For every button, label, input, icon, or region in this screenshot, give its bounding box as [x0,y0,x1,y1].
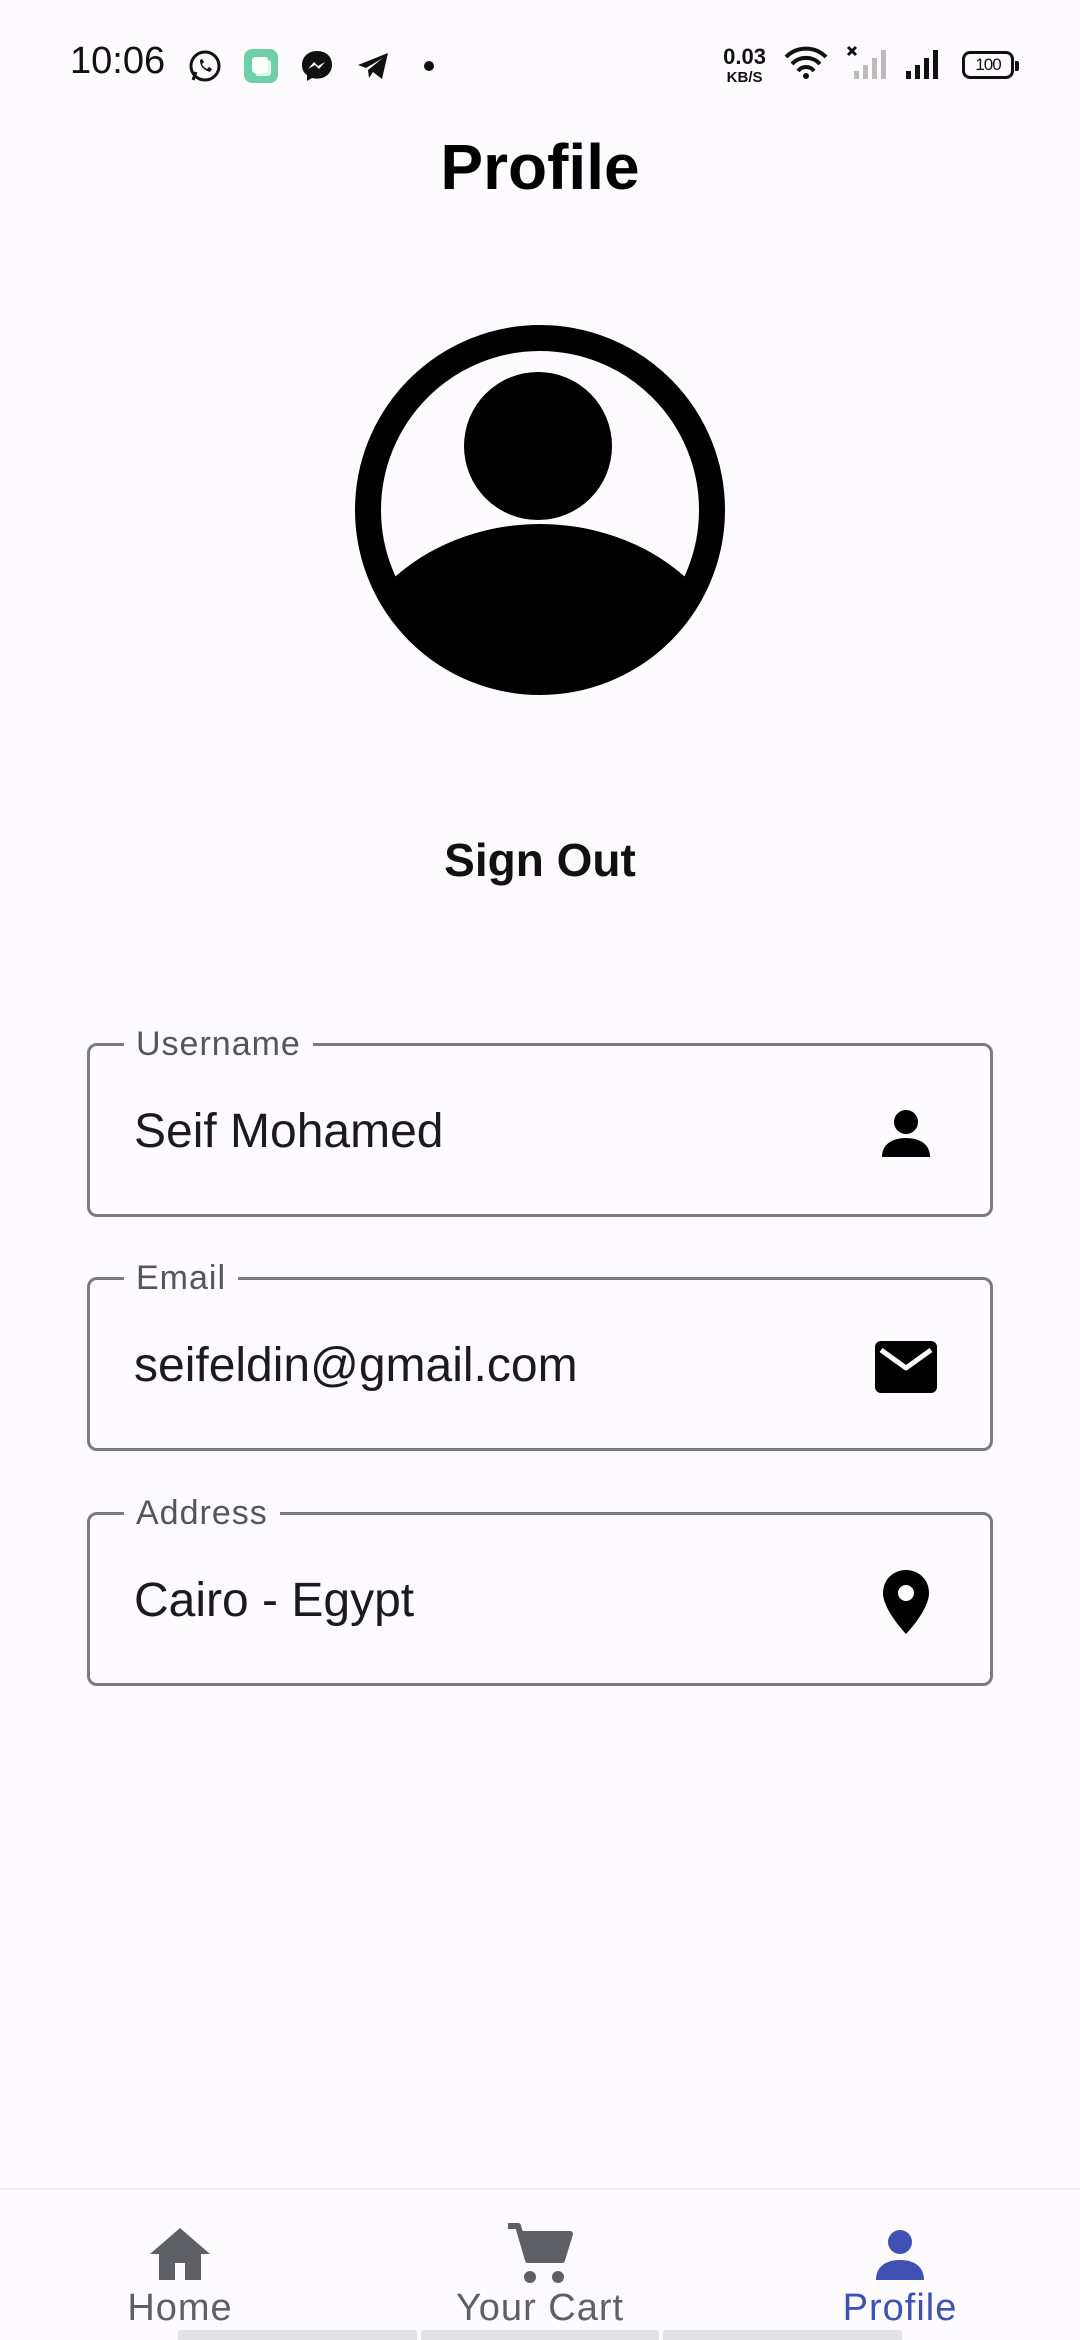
nav-item-home[interactable]: Home [0,2190,360,2330]
network-speed-unit: KB/S [726,68,763,86]
home-icon [146,2220,214,2287]
address-field[interactable]: Address Cairo - Egypt [87,1493,993,1686]
bottom-navigation: Home Your Cart Profile [0,2188,1080,2340]
battery-level: 100 [975,55,1001,74]
gesture-bar [178,2330,903,2340]
nav-label-your-cart: Your Cart [455,2287,625,2329]
username-label: Username [124,1024,313,1064]
status-bar: 10:06 0.03 KB/S 100 [0,0,1080,130]
location-pin-icon [874,1570,938,1634]
wifi-icon [784,45,828,86]
signal-off-icon [846,45,886,86]
nav-label-home: Home [127,2287,233,2329]
page-title: Profile [440,131,640,203]
person-icon [874,1101,938,1165]
address-value[interactable]: Cairo - Egypt [134,1571,414,1631]
sign-out-button[interactable]: Sign Out [390,820,690,900]
app-icon [242,47,280,85]
address-label: Address [124,1493,280,1533]
nav-item-profile[interactable]: Profile [720,2190,1080,2330]
profile-screen: 10:06 0.03 KB/S 100 Profile Sign Out Use… [0,0,1080,2340]
email-label: Email [124,1258,239,1298]
mail-icon [874,1335,938,1399]
account-circle-icon [352,322,728,698]
username-field[interactable]: Username Seif Mohamed [87,1024,993,1217]
status-time: 10:06 [70,40,166,82]
username-value[interactable]: Seif Mohamed [134,1102,444,1162]
battery-icon: 100 [962,51,1019,79]
dot-icon [410,47,448,85]
signal-icon [904,45,944,86]
telegram-icon [354,47,392,85]
notification-icons [186,46,448,86]
email-field[interactable]: Email seifeldin@gmail.com [87,1258,993,1451]
person-icon [866,2220,934,2287]
network-speed-value: 0.03 [723,43,766,69]
messenger-icon [298,47,336,85]
nav-item-your-cart[interactable]: Your Cart [360,2190,720,2330]
cart-icon [506,2220,574,2287]
status-right-icons: 0.03 KB/S 100 [723,42,1019,88]
nav-label-profile: Profile [842,2287,958,2329]
email-value[interactable]: seifeldin@gmail.com [134,1336,578,1396]
whatsapp-icon [186,47,224,85]
network-speed: 0.03 KB/S [723,43,766,86]
